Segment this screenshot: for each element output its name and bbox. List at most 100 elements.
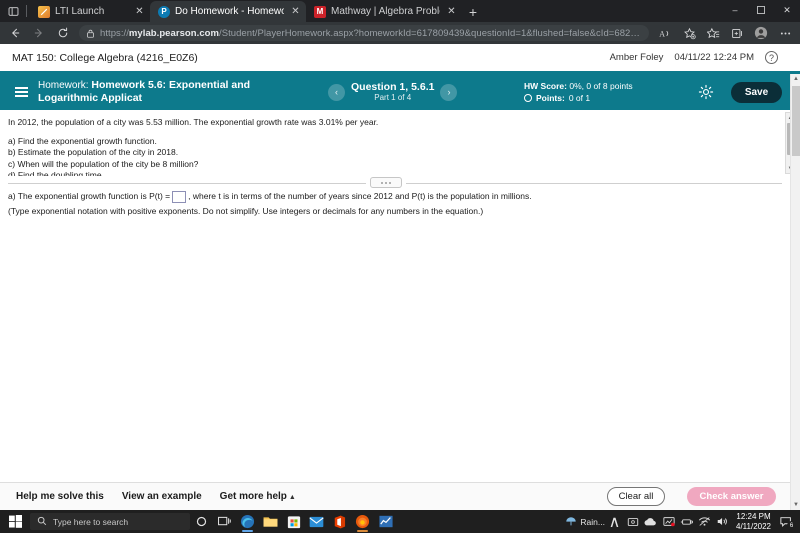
- onedrive-icon[interactable]: [624, 510, 641, 533]
- chart-app-taskbar-icon[interactable]: [374, 510, 397, 533]
- pearson-favicon-letter: P: [161, 7, 167, 16]
- help-me-solve-this-link[interactable]: Help me solve this: [16, 491, 104, 502]
- panel-splitter[interactable]: [0, 176, 790, 190]
- forward-arrow-icon[interactable]: [28, 23, 50, 43]
- close-icon[interactable]: ✕: [289, 5, 302, 18]
- add-favorite-icon[interactable]: [678, 23, 700, 43]
- browser-tab-title: Mathway | Algebra Problem Solv: [331, 6, 440, 17]
- previous-question-button[interactable]: ‹: [328, 83, 345, 101]
- answer-prompt-before: a) The exponential growth function is P(…: [8, 191, 171, 201]
- points-value: 0 of 1: [568, 93, 591, 103]
- browser-nav-bar: https://mylab.pearson.com/Student/Player…: [0, 22, 800, 44]
- tray-expand-icon[interactable]: ∧: [606, 510, 623, 533]
- cloud-icon[interactable]: [642, 510, 659, 533]
- gear-icon[interactable]: [698, 84, 714, 100]
- search-input[interactable]: Type here to search: [30, 513, 190, 530]
- question-part-c: c) When will the population of the city …: [8, 158, 199, 169]
- score-summary: HW Score: 0%, 0 of 8 points Points: 0 of…: [524, 74, 633, 110]
- answer-prompt-line: a) The exponential growth function is P(…: [0, 190, 790, 203]
- system-tray: Rain... ∧ 12:24 PM 4/11/2022 6: [562, 510, 800, 533]
- page-scroll-down-icon[interactable]: ▼: [791, 500, 800, 510]
- splitter-line-left: [8, 182, 366, 184]
- current-datetime: 04/11/22 12:24 PM: [674, 52, 754, 63]
- close-window-button[interactable]: ✕: [774, 0, 800, 20]
- tray-app-label: Rain...: [580, 516, 605, 527]
- new-tab-button[interactable]: +: [462, 1, 484, 22]
- tab-search-icon[interactable]: [0, 0, 26, 22]
- read-aloud-icon[interactable]: A: [654, 23, 676, 43]
- rainmeter-tray-icon[interactable]: [562, 510, 579, 533]
- reload-icon[interactable]: [52, 23, 74, 43]
- firefox-taskbar-icon[interactable]: [351, 510, 374, 533]
- answer-toolbar: Help me solve this View an example Get m…: [0, 482, 790, 510]
- maximize-button[interactable]: [748, 0, 774, 20]
- window-controls: – ✕: [722, 0, 800, 22]
- notifications-button[interactable]: 6: [776, 510, 796, 533]
- page-scroll-up-icon[interactable]: ▲: [791, 74, 800, 84]
- windows-taskbar: Type here to search Rain... ∧ 12:24 PM 4…: [0, 510, 800, 533]
- task-view-icon[interactable]: [213, 510, 236, 533]
- next-question-button[interactable]: ›: [440, 83, 458, 101]
- mathway-favicon: M: [314, 5, 326, 18]
- browser-tab-0[interactable]: LTI Launch ✕: [30, 1, 150, 22]
- get-more-help-button[interactable]: Get more help ▲: [220, 491, 296, 502]
- answer-hint: (Type exponential notation with positive…: [8, 206, 484, 216]
- homework-label: Homework:: [38, 80, 89, 91]
- course-header-right: Amber Foley 04/11/22 12:24 PM ?: [610, 51, 800, 64]
- file-explorer-taskbar-icon[interactable]: [259, 510, 282, 533]
- browser-tab-1[interactable]: P Do Homework - Homework 5.6: ✕: [150, 1, 306, 22]
- view-an-example-link[interactable]: View an example: [122, 491, 202, 502]
- screenshot-icon[interactable]: [660, 510, 677, 533]
- answer-input[interactable]: [172, 190, 187, 203]
- page-scrollbar-thumb[interactable]: [792, 86, 800, 156]
- hw-score-row: HW Score: 0%, 0 of 8 points: [524, 81, 633, 91]
- collections-icon[interactable]: [726, 23, 748, 43]
- browser-tab-strip: LTI Launch ✕ P Do Homework - Homework 5.…: [0, 0, 800, 22]
- chevron-up-icon: ▲: [288, 494, 296, 501]
- close-icon[interactable]: ✕: [445, 5, 458, 18]
- points-label: Points:: [536, 93, 565, 103]
- store-taskbar-icon[interactable]: [282, 510, 305, 533]
- user-name: Amber Foley: [609, 52, 664, 63]
- course-title: MAT 150: College Algebra (4216_E0Z6): [12, 51, 198, 64]
- address-bar[interactable]: https://mylab.pearson.com/Student/Player…: [79, 25, 649, 41]
- save-button[interactable]: Save: [731, 82, 782, 103]
- search-placeholder-text: Type here to search: [53, 516, 129, 527]
- wifi-icon[interactable]: [696, 510, 713, 533]
- windows-start-icon[interactable]: [0, 510, 30, 533]
- splitter-grip-handle[interactable]: [370, 177, 402, 188]
- office-taskbar-icon[interactable]: [328, 510, 351, 533]
- profile-icon[interactable]: [750, 23, 772, 43]
- homework-toolbar: Homework: Homework 5.6: Exponential and …: [0, 74, 800, 110]
- hw-score-label: HW Score:: [524, 81, 567, 91]
- close-icon[interactable]: ✕: [133, 5, 146, 18]
- question-part-b: b) Estimate the population of the city i…: [8, 147, 179, 157]
- check-answer-button[interactable]: Check answer: [687, 487, 776, 506]
- taskbar-clock[interactable]: 12:24 PM 4/11/2022: [736, 512, 771, 532]
- volume-icon[interactable]: [714, 510, 731, 533]
- browser-tab-title: Do Homework - Homework 5.6:: [175, 6, 284, 17]
- page-scrollbar[interactable]: ▲ ▼: [790, 74, 800, 510]
- favorites-icon[interactable]: [702, 23, 724, 43]
- notification-badge: 6: [787, 521, 796, 530]
- clock-time: 12:24 PM: [736, 511, 771, 521]
- mail-taskbar-icon[interactable]: [305, 510, 328, 533]
- help-icon[interactable]: ?: [765, 51, 778, 64]
- question-panel: In 2012, the population of a city was 5.…: [0, 110, 800, 176]
- hamburger-menu-icon[interactable]: [6, 87, 36, 97]
- edge-taskbar-icon[interactable]: [236, 510, 259, 533]
- get-more-help-label: Get more help: [219, 491, 287, 502]
- settings-more-icon[interactable]: [774, 23, 796, 43]
- question-number: Question 1, 5.6.1: [351, 81, 435, 93]
- back-arrow-icon[interactable]: [4, 23, 26, 43]
- minimize-button[interactable]: –: [722, 0, 748, 20]
- question-label-group: Question 1, 5.6.1 Part 1 of 4: [351, 81, 434, 103]
- question-part-a: a) Find the exponential growth function.: [8, 135, 157, 146]
- browser-tab-2[interactable]: M Mathway | Algebra Problem Solv ✕: [306, 1, 462, 22]
- url-prefix: https://: [100, 27, 129, 39]
- usb-icon[interactable]: [678, 510, 695, 533]
- clear-all-button[interactable]: Clear all: [607, 487, 665, 506]
- url-path: /Student/PlayerHomework.aspx?homeworkId=…: [219, 27, 642, 39]
- cortana-icon[interactable]: [190, 510, 213, 533]
- course-header: MAT 150: College Algebra (4216_E0Z6) Amb…: [0, 44, 800, 74]
